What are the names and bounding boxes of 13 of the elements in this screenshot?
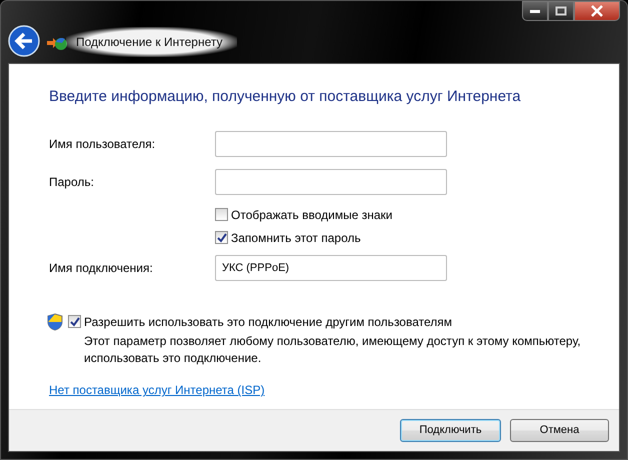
input-field[interactable]: УКС (PPPoE): [215, 254, 447, 280]
no-isp-link[interactable]: Нет поставщика услуг Интернета (ISP): [49, 381, 265, 400]
field-label: Пароль:: [49, 174, 95, 190]
checkbox-label: Запомнить этот пароль: [231, 230, 361, 246]
window-title: Подключение к Интернету: [66, 27, 237, 57]
field-label: Имя подключения:: [49, 260, 154, 276]
checkbox-label: Разрешить использовать это подключение другим пользователям: [84, 314, 452, 330]
description-text: Этот параметр позволяет любому пользователю, имеющему доступ к этому компьютеру, использовать это подключение.: [84, 332, 582, 367]
cancel-button[interactable]: Отмена: [510, 419, 609, 442]
field-label: Имя пользователя:: [49, 136, 156, 152]
instruction-heading: Введите информацию, полученную от поставщика услуг Интернета: [49, 87, 522, 107]
connect-button[interactable]: Подключить: [400, 419, 501, 442]
checkbox-label: Отображать вводимые знаки: [231, 206, 392, 224]
